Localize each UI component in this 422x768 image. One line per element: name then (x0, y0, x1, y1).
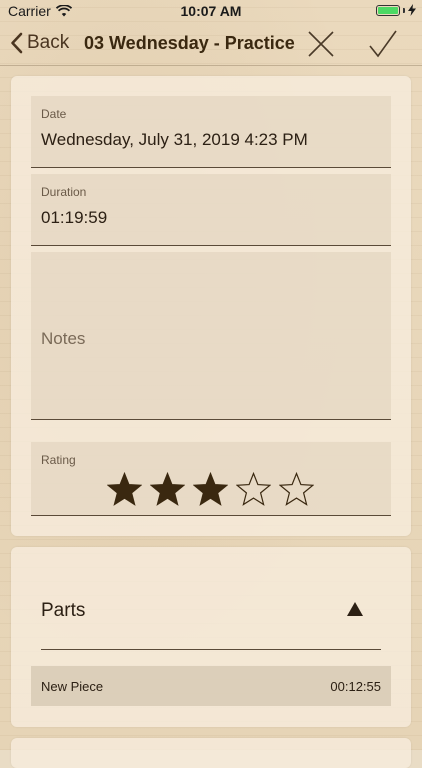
battery-cap (403, 7, 405, 13)
star-filled-icon[interactable] (107, 472, 142, 507)
date-label: Date (41, 107, 67, 121)
part-name: New Piece (41, 679, 104, 694)
chevron-left-icon (11, 32, 23, 54)
nav-divider (0, 65, 422, 66)
status-time: 10:07 AM (180, 3, 242, 19)
star-filled-icon[interactable] (193, 472, 228, 507)
date-value: Wednesday, July 31, 2019 4:23 PM (41, 130, 308, 149)
date-field[interactable]: Date Wednesday, July 31, 2019 4:23 PM (31, 96, 391, 168)
session-card: Date Wednesday, July 31, 2019 4:23 PM Du… (11, 76, 411, 536)
checkmark-icon[interactable] (368, 29, 398, 59)
back-label: Back (27, 32, 70, 53)
duration-field[interactable]: Duration 01:19:59 (31, 174, 391, 246)
next-card (11, 738, 411, 768)
duration-label: Duration (41, 185, 87, 199)
star-empty-icon[interactable] (279, 472, 314, 507)
duration-value: 01:19:59 (41, 208, 108, 227)
close-x-icon[interactable] (306, 29, 336, 59)
navigation-bar: Back 03 Wednesday - Practice (0, 22, 422, 66)
status-right (376, 4, 416, 16)
page-title: 03 Wednesday - Practice (84, 33, 295, 53)
star-filled-icon[interactable] (150, 472, 185, 507)
parts-title: Parts (41, 600, 86, 621)
rating-label: Rating (41, 453, 76, 467)
notes-field[interactable]: Notes (31, 252, 391, 420)
battery-level (378, 6, 398, 14)
part-row[interactable]: New Piece 00:12:55 (31, 666, 391, 706)
part-duration: 00:12:55 (330, 679, 381, 694)
charging-bolt-icon (408, 4, 416, 16)
rating-field: Rating (31, 442, 391, 516)
triangle-up-icon[interactable] (347, 602, 363, 616)
notes-placeholder: Notes (41, 329, 86, 348)
parts-card: Parts New Piece 00:12:55 (11, 547, 411, 727)
status-bar: Carrier 10:07 AM (0, 0, 422, 22)
rating-stars (107, 472, 314, 507)
battery-icon (376, 4, 400, 16)
back-button[interactable]: Back (10, 32, 69, 54)
parts-divider (41, 649, 381, 650)
star-empty-icon[interactable] (236, 472, 271, 507)
